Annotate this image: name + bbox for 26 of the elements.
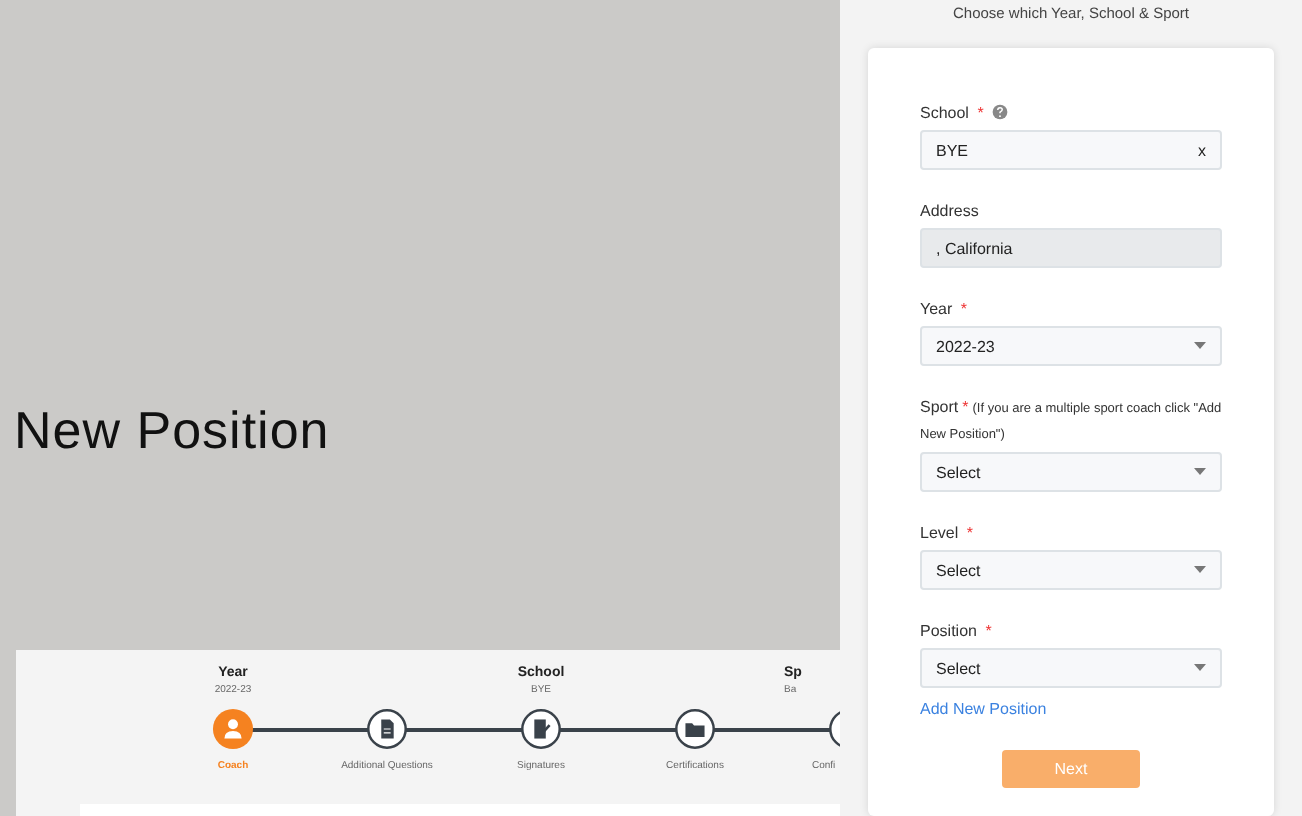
page-heading: New Position (14, 400, 330, 462)
field-label: Position (920, 622, 977, 640)
select-dropdown[interactable]: 2022-23 (920, 326, 1222, 366)
field-label: School (920, 104, 969, 122)
add-position-link[interactable]: Add New Position (920, 700, 1047, 718)
select-dropdown[interactable]: Select (920, 550, 1222, 590)
signature-icon[interactable] (520, 708, 562, 750)
select-dropdown[interactable]: Select (920, 452, 1222, 492)
person-icon[interactable] (212, 708, 254, 750)
caret-icon (1194, 468, 1206, 476)
school-input[interactable]: BYE x (920, 130, 1222, 170)
required-mark: * (966, 524, 973, 542)
caret-icon (1194, 664, 1206, 672)
required-mark: * (977, 104, 984, 122)
caret-icon (1194, 566, 1206, 574)
select-dropdown[interactable]: Select (920, 648, 1222, 688)
address-field: , California (920, 228, 1222, 268)
field-label: Address (920, 202, 979, 220)
clear-button[interactable]: x (1198, 141, 1206, 159)
caret-icon (1194, 342, 1206, 350)
help-icon[interactable] (992, 104, 1009, 120)
required-mark: * (960, 300, 968, 318)
folder-icon[interactable] (674, 708, 716, 750)
required-mark: * (985, 622, 992, 640)
field-label: Level (920, 524, 959, 542)
field-label: Year (920, 300, 953, 318)
